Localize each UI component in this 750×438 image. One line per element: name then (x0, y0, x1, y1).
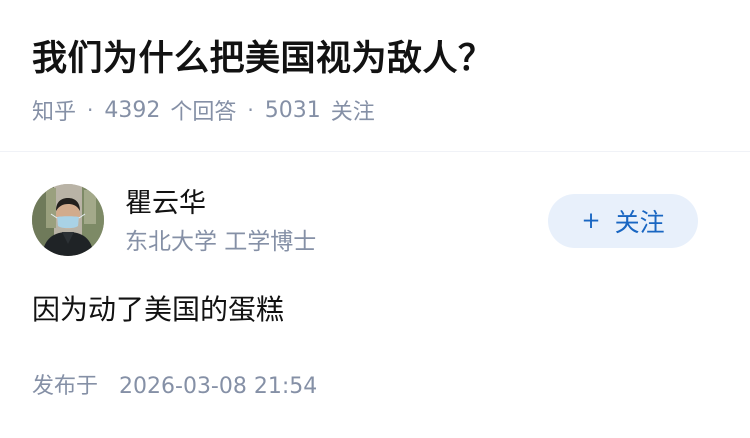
question-header: 我们为什么把美国视为敌人？ 知乎 · 4392 个回答 · 5031 关注 (0, 0, 750, 152)
question-meta: 知乎 · 4392 个回答 · 5031 关注 (32, 92, 375, 128)
question-title[interactable]: 我们为什么把美国视为敌人？ (32, 34, 494, 84)
answer-author: 瞿云华 东北大学 工学博士 + 关注 (32, 184, 718, 260)
author-name[interactable]: 瞿云华 (125, 186, 206, 222)
published-label: 发布于 (32, 374, 99, 399)
meta-separator: · (247, 98, 254, 122)
author-headline: 东北大学 工学博士 (125, 229, 317, 255)
follow-button[interactable]: + 关注 (548, 194, 698, 248)
meta-separator: · (87, 98, 94, 122)
answer-count-label[interactable]: 个回答 (170, 94, 236, 126)
answer-content: 因为动了美国的蛋糕 (32, 293, 285, 326)
published-time: 2026-03-08 21:54 (119, 374, 318, 399)
follower-count: 5031 (264, 97, 321, 123)
source-label[interactable]: 知乎 (32, 94, 76, 126)
avatar[interactable] (32, 184, 104, 256)
answer-count: 4392 (104, 97, 161, 123)
follow-button-label: 关注 (614, 208, 665, 237)
follower-count-label: 关注 (330, 100, 375, 125)
person-photo-icon (32, 184, 104, 256)
answer-time: 发布于 2026-03-08 21:54 (32, 371, 317, 403)
plus-icon: + (581, 207, 601, 234)
